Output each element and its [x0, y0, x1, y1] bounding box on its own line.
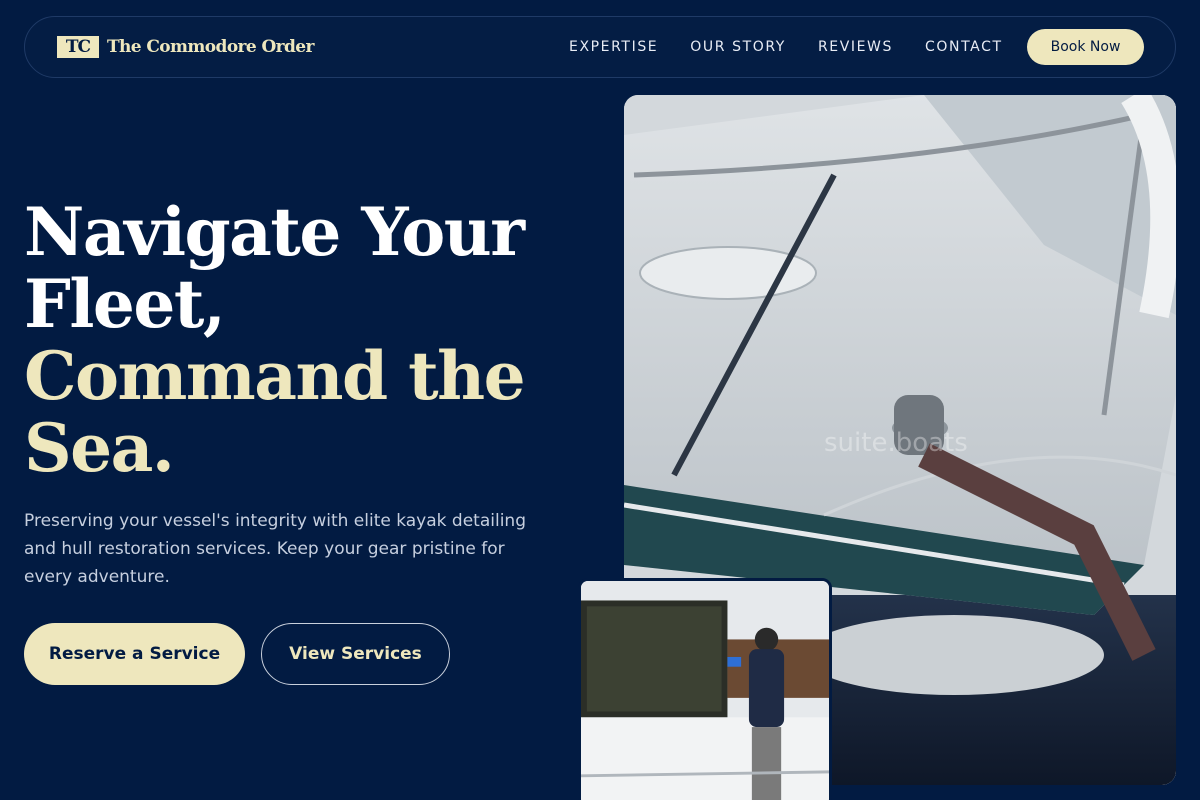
- nav-link-our-story[interactable]: OUR STORY: [690, 39, 786, 55]
- hero-title: Navigate Your Fleet, Command the Sea.: [24, 196, 584, 484]
- hero-title-accent1: Command the: [24, 337, 526, 415]
- hero-title-line1: Navigate Your: [24, 193, 525, 271]
- hero-title-line2: Fleet,: [24, 265, 226, 343]
- image-watermark: suite.boats: [824, 428, 968, 458]
- nav-link-reviews[interactable]: REVIEWS: [818, 39, 893, 55]
- logo-mark: TC: [57, 36, 99, 58]
- hero-title-accent2: Sea.: [24, 409, 175, 487]
- top-navigation: TC The Commodore Order EXPERTISE OUR STO…: [24, 16, 1176, 78]
- nav-link-expertise[interactable]: EXPERTISE: [569, 39, 658, 55]
- worker-cleaning-boat-illustration: [581, 581, 829, 800]
- hero-description: Preserving your vessel's integrity with …: [24, 511, 526, 587]
- brand-name: The Commodore Order: [107, 37, 314, 57]
- view-services-button[interactable]: View Services: [261, 623, 450, 685]
- detailing-worker-image: [578, 578, 832, 800]
- nav-links: EXPERTISE OUR STORY REVIEWS CONTACT: [569, 39, 1035, 55]
- reserve-service-button[interactable]: Reserve a Service: [24, 623, 245, 685]
- nav-link-contact[interactable]: CONTACT: [925, 39, 1003, 55]
- book-now-button[interactable]: Book Now: [1027, 29, 1144, 65]
- brand-logo[interactable]: TC The Commodore Order: [57, 36, 314, 58]
